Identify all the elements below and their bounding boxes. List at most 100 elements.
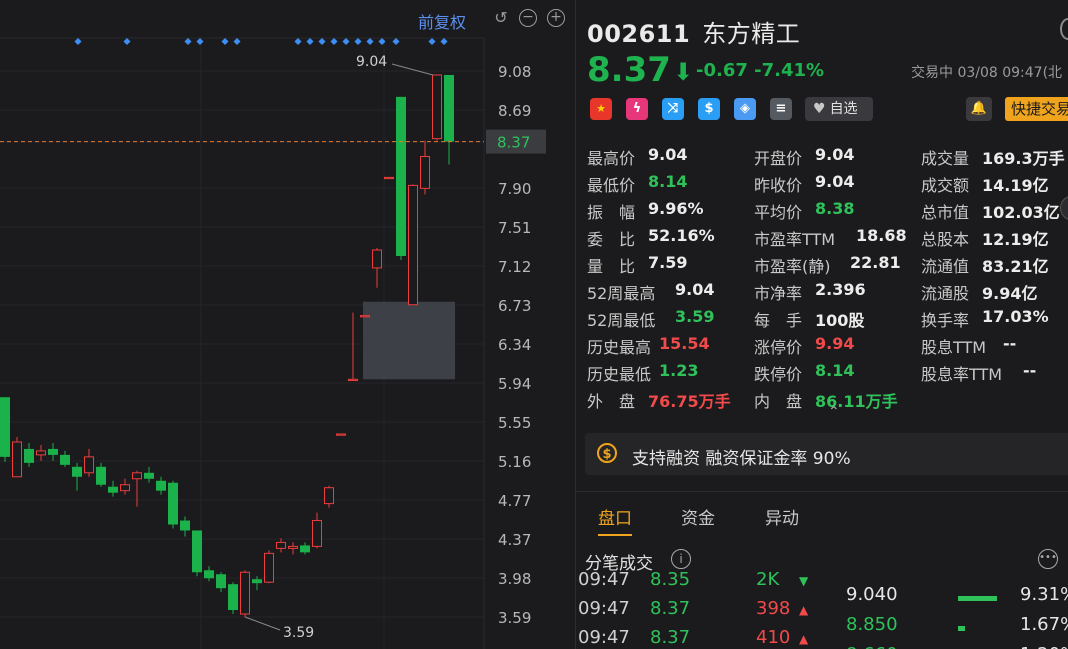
candle-body <box>36 450 46 456</box>
event-marker[interactable] <box>123 37 131 46</box>
candle[interactable] <box>156 476 166 495</box>
candle-body <box>132 472 142 480</box>
candle[interactable] <box>180 516 190 537</box>
candle-body <box>348 378 358 382</box>
candle[interactable] <box>48 442 58 461</box>
candle[interactable] <box>132 470 142 507</box>
zoom-out-icon[interactable]: − <box>519 9 537 27</box>
candle[interactable] <box>240 570 250 617</box>
stat-label: 总股本 <box>921 230 970 249</box>
event-marker[interactable] <box>342 37 350 46</box>
candle[interactable] <box>336 433 346 436</box>
y-tick-label: 3.59 <box>498 609 531 627</box>
candle[interactable] <box>96 462 106 487</box>
candle[interactable] <box>24 442 34 467</box>
candle[interactable] <box>300 542 310 555</box>
event-marker[interactable] <box>196 37 204 46</box>
dollar-icon[interactable]: $ <box>698 98 720 120</box>
stat-value: 3.59 <box>675 307 715 326</box>
candle[interactable] <box>84 448 94 477</box>
stat-value: 18.68 <box>856 226 907 245</box>
quick-trade-button[interactable]: 快捷交易 <box>1005 97 1068 121</box>
tag-icon[interactable]: ◈ <box>734 98 756 120</box>
candle[interactable] <box>192 530 202 577</box>
event-marker[interactable] <box>366 37 374 46</box>
tab-activity[interactable]: 异动 <box>765 504 799 529</box>
event-marker[interactable] <box>330 37 338 46</box>
candle[interactable] <box>396 96 406 260</box>
candle[interactable] <box>360 315 370 318</box>
candle[interactable] <box>216 572 226 593</box>
scroll-button[interactable] <box>1060 196 1068 220</box>
event-marker[interactable] <box>428 37 436 46</box>
candle-body <box>264 552 274 583</box>
y-tick-label: 6.73 <box>498 297 531 315</box>
china-flag-icon[interactable]: ★ <box>590 98 612 120</box>
candle[interactable] <box>420 140 430 195</box>
collapse-caret-icon[interactable]: ⌃ <box>828 404 840 420</box>
event-marker[interactable] <box>221 37 229 46</box>
watchlist-label: 自选 <box>829 101 858 117</box>
connect-icon[interactable]: ⤨ <box>662 98 684 120</box>
tick-price: 8.37 <box>650 627 691 648</box>
candle[interactable] <box>312 512 322 549</box>
candle[interactable] <box>0 397 10 462</box>
candle[interactable] <box>144 466 154 483</box>
candle[interactable] <box>324 485 334 508</box>
kline-chart-pane[interactable]: 9.08 8.69 7.90 7.51 7.12 6.73 6.34 5.94 5.55 5.16… <box>0 0 575 649</box>
add-watchlist-button[interactable]: ♥ 自选 <box>805 97 873 121</box>
stat-value: 12.19亿 <box>982 230 1049 249</box>
report-icon[interactable]: ≡ <box>770 98 792 120</box>
candle[interactable] <box>384 176 394 180</box>
candle[interactable] <box>204 566 214 582</box>
candle[interactable] <box>276 538 286 553</box>
depth-percent: 1.20% <box>1020 644 1068 649</box>
candle[interactable] <box>228 582 238 615</box>
candle[interactable] <box>372 248 382 288</box>
stat-label: 量 比 <box>587 257 636 276</box>
settings-icon[interactable] <box>1060 18 1068 40</box>
kline-chart[interactable]: 9.08 8.69 7.90 7.51 7.12 6.73 6.34 5.94 5.55 5.16… <box>0 0 575 649</box>
y-tick-label: 7.12 <box>498 258 531 276</box>
adjust-mode-toggle[interactable]: 前复权 <box>418 9 466 33</box>
event-marker[interactable] <box>74 37 82 46</box>
info-icon[interactable]: i <box>671 549 691 569</box>
stat-label: 平均价 <box>754 203 803 222</box>
candle[interactable] <box>444 74 454 165</box>
candle[interactable] <box>120 478 130 495</box>
more-icon[interactable]: ••• <box>1038 549 1058 569</box>
event-marker[interactable] <box>318 37 326 46</box>
candle[interactable] <box>348 312 358 382</box>
candle[interactable] <box>72 462 82 491</box>
candle[interactable] <box>408 184 418 306</box>
financing-icon[interactable]: ϟ <box>626 98 648 120</box>
margin-info-card[interactable]: $ 支持融资 融资保证金率 90% <box>585 433 1068 475</box>
candle[interactable] <box>432 74 442 141</box>
candle[interactable] <box>36 444 46 461</box>
candle[interactable] <box>288 542 298 555</box>
tab-capital[interactable]: 资金 <box>681 504 715 529</box>
candle[interactable] <box>60 450 70 467</box>
bell-icon[interactable]: 🔔 <box>966 97 992 121</box>
candle[interactable] <box>168 480 178 529</box>
zoom-in-icon[interactable]: + <box>547 9 565 27</box>
event-marker[interactable] <box>392 37 400 46</box>
y-tick-label: 5.55 <box>498 414 531 432</box>
event-marker[interactable] <box>354 37 362 46</box>
undo-icon[interactable]: ↺ <box>491 8 511 28</box>
volume-overlay <box>363 301 455 380</box>
candle[interactable] <box>12 436 22 478</box>
event-marker[interactable] <box>184 37 192 46</box>
depth-price: 8.660 <box>846 644 898 649</box>
tick-time: 09:47 <box>578 569 630 590</box>
tab-order-book[interactable]: 盘口 <box>598 504 632 529</box>
event-marker[interactable] <box>294 37 302 46</box>
event-marker[interactable] <box>306 37 314 46</box>
candle[interactable] <box>108 480 118 497</box>
depth-row: 8.850 1.67% <box>836 614 1068 644</box>
candle[interactable] <box>264 550 274 584</box>
event-marker[interactable] <box>440 37 448 46</box>
y-tick-label: 4.77 <box>498 492 531 510</box>
depth-price: 9.040 <box>846 584 898 605</box>
event-marker[interactable] <box>233 37 241 46</box>
